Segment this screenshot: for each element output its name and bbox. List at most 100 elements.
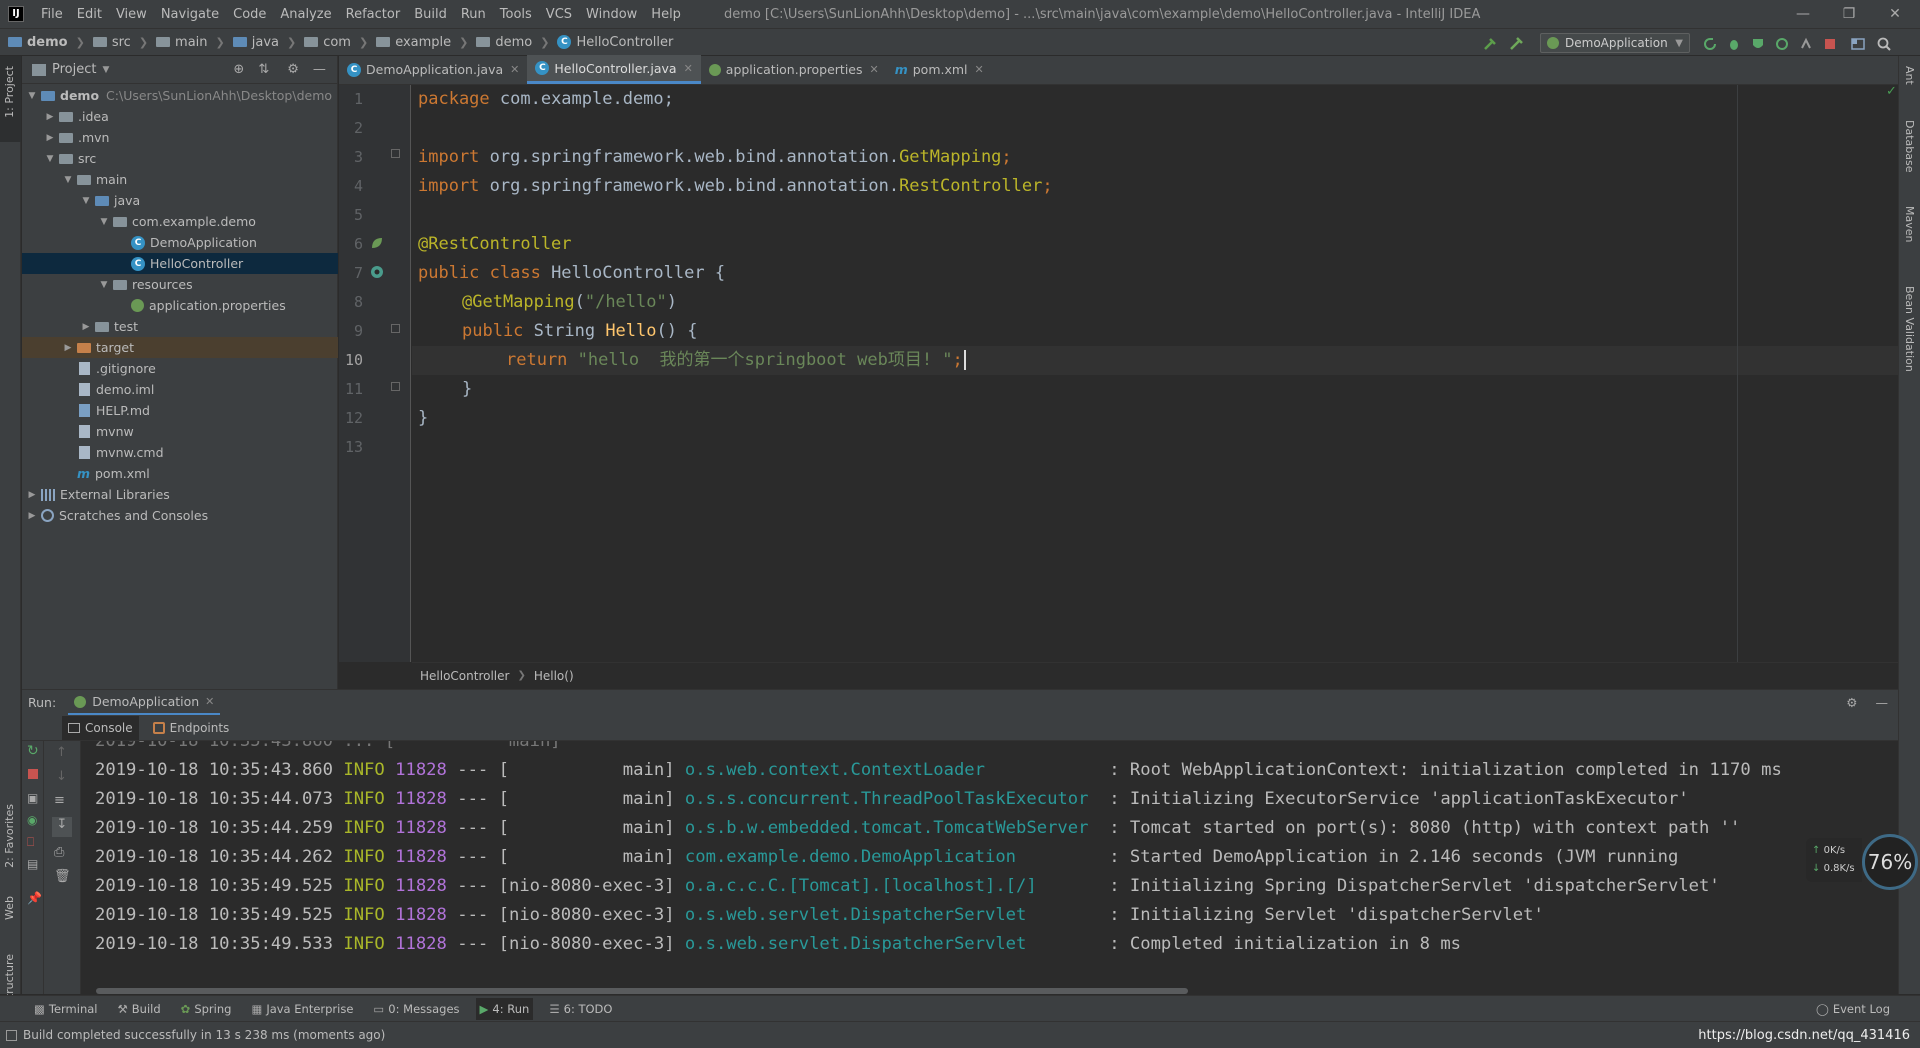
chevron-down-icon[interactable]: ▼ [102, 65, 109, 75]
collapsed-arrow-icon[interactable]: ▶ [26, 490, 38, 500]
tree-item-application-properties[interactable]: application.properties [22, 295, 338, 316]
soft-wrap-icon[interactable]: ≡ [54, 793, 65, 808]
tree-item-target[interactable]: ▶ target [22, 337, 338, 358]
breadcrumb-java[interactable]: java ❯ [225, 35, 296, 50]
run-configuration-select[interactable]: DemoApplication ▼ [1540, 33, 1690, 53]
tab-hellocontroller[interactable]: C HelloController.java ✕ [527, 55, 701, 84]
collapsed-arrow-icon[interactable]: ▶ [80, 322, 92, 332]
spring-bean-gutter-icon[interactable] [369, 235, 385, 251]
search-everywhere-icon[interactable] [1876, 36, 1892, 52]
expanded-arrow-icon[interactable]: ▼ [26, 91, 38, 101]
fold-marker-icon[interactable] [391, 382, 400, 391]
project-tool-tab[interactable]: 1: Project [3, 66, 16, 118]
build-project-icon[interactable] [1508, 36, 1524, 52]
collapsed-arrow-icon[interactable]: ▶ [62, 343, 74, 353]
favorites-tool-tab[interactable]: 2: Favorites [3, 804, 16, 868]
breadcrumb-demo-pkg[interactable]: demo ❯ [468, 35, 549, 50]
console-output[interactable]: 2019-10-18 10:35:43.860 ... [ main] 2019… [82, 741, 1898, 994]
menu-help[interactable]: Help [644, 7, 688, 22]
close-tab-icon[interactable]: ✕ [975, 63, 984, 76]
hide-panel-icon[interactable]: — [1876, 695, 1889, 710]
print-icon[interactable]: ⎙ [54, 845, 64, 860]
debug-icon[interactable]: ◉ [27, 813, 37, 827]
close-tab-icon[interactable]: ✕ [684, 62, 693, 75]
code-editor[interactable]: package com.example.demo; import org.spr… [412, 85, 1898, 662]
crumb-method[interactable]: Hello() [534, 669, 574, 683]
stop-icon[interactable] [28, 769, 38, 779]
horizontal-scrollbar[interactable] [96, 988, 1188, 994]
console-tab[interactable]: Console [62, 715, 139, 740]
close-tab-icon[interactable]: ✕ [870, 63, 879, 76]
tree-item-package[interactable]: ▼ com.example.demo [22, 211, 338, 232]
hide-panel-icon[interactable]: — [313, 62, 326, 77]
menu-build[interactable]: Build [407, 7, 454, 22]
tree-item-gitignore[interactable]: .gitignore [22, 358, 338, 379]
tree-item-scratches[interactable]: ▶ Scratches and Consoles [22, 505, 338, 526]
pin-icon[interactable]: 📌 [27, 891, 42, 905]
build-tab[interactable]: ⚒ Build [113, 998, 164, 1020]
expanded-arrow-icon[interactable]: ▼ [44, 154, 56, 164]
exit-icon[interactable]: ⎕ [27, 835, 34, 850]
inspection-ok-icon[interactable]: ✓ [1886, 85, 1897, 99]
tab-pom-xml[interactable]: m pom.xml ✕ [887, 55, 992, 84]
expanded-arrow-icon[interactable]: ▼ [62, 175, 74, 185]
todo-tab[interactable]: ☰ 6: TODO [545, 998, 616, 1020]
collapsed-arrow-icon[interactable]: ▶ [26, 511, 38, 521]
camera-icon[interactable]: ▣ [27, 791, 38, 805]
menu-analyze[interactable]: Analyze [273, 7, 338, 22]
breadcrumb-demo[interactable]: demo ❯ [0, 35, 85, 50]
tree-item-pom-xml[interactable]: m pom.xml [22, 463, 338, 484]
scroll-down-icon[interactable]: ↓ [56, 769, 67, 784]
ant-tool-tab[interactable]: Ant [1903, 66, 1916, 85]
menu-file[interactable]: File [34, 7, 70, 22]
expanded-arrow-icon[interactable]: ▼ [98, 217, 110, 227]
project-structure-icon[interactable] [1850, 36, 1866, 52]
gear-icon[interactable]: ⚙ [287, 62, 299, 77]
scroll-to-end-icon[interactable]: ↧ [52, 817, 72, 837]
fold-marker-icon[interactable] [391, 324, 400, 333]
close-tab-icon[interactable]: ✕ [510, 63, 519, 76]
minimize-button[interactable]: — [1780, 0, 1826, 28]
menu-run[interactable]: Run [454, 7, 493, 22]
stop-icon[interactable] [1822, 36, 1838, 52]
trash-icon[interactable]: 🗑 [54, 869, 71, 884]
fold-marker-icon[interactable] [391, 149, 400, 158]
coverage-icon[interactable] [1750, 36, 1766, 52]
tree-item-main[interactable]: ▼ main [22, 169, 338, 190]
tree-item-mvn[interactable]: ▶ .mvn [22, 127, 338, 148]
collapsed-arrow-icon[interactable]: ▶ [44, 112, 56, 122]
tree-item-demoapplication[interactable]: C DemoApplication [22, 232, 338, 253]
rerun-icon[interactable]: ↻ [27, 743, 39, 759]
endpoints-tab[interactable]: Endpoints [147, 721, 236, 735]
tree-item-mvnw-cmd[interactable]: mvnw.cmd [22, 442, 338, 463]
bean-validation-tool-tab[interactable]: Bean Validation [1903, 286, 1916, 372]
spring-tab[interactable]: ✿ Spring [177, 998, 236, 1020]
debug-icon[interactable] [1726, 36, 1742, 52]
web-tool-tab[interactable]: Web [3, 896, 16, 920]
tab-application-properties[interactable]: application.properties ✕ [701, 55, 887, 84]
tree-item-demo[interactable]: ▼ demo C:\Users\SunLionAhh\Desktop\demo [22, 85, 338, 106]
close-tab-icon[interactable]: ✕ [205, 695, 214, 708]
run-tab-demoapplication[interactable]: DemoApplication ✕ [68, 691, 221, 715]
menu-vcs[interactable]: VCS [539, 7, 579, 22]
hammer-build-icon[interactable] [1482, 36, 1498, 52]
breadcrumb-hellocontroller[interactable]: C HelloController [549, 35, 673, 50]
tree-item-demo-iml[interactable]: demo.iml [22, 379, 338, 400]
gear-icon[interactable]: ⚙ [1846, 695, 1857, 710]
breadcrumb-com[interactable]: com ❯ [296, 35, 368, 50]
collapsed-arrow-icon[interactable]: ▶ [44, 133, 56, 143]
terminal-tab[interactable]: ▩ Terminal [30, 998, 101, 1020]
breadcrumb-main[interactable]: main ❯ [148, 35, 225, 50]
menu-edit[interactable]: Edit [70, 7, 109, 22]
crumb-class[interactable]: HelloController [420, 669, 509, 683]
layout-icon[interactable]: ▤ [27, 857, 38, 871]
menu-tools[interactable]: Tools [493, 7, 539, 22]
spring-bean-gutter-icon[interactable] [369, 264, 385, 280]
scroll-up-icon[interactable]: ↑ [56, 745, 67, 760]
expanded-arrow-icon[interactable]: ▼ [80, 196, 92, 206]
restore-button[interactable]: ❐ [1826, 0, 1872, 28]
profile-icon[interactable] [1774, 36, 1790, 52]
tree-item-test[interactable]: ▶ test [22, 316, 338, 337]
memory-gauge[interactable]: 76% [1862, 834, 1918, 890]
project-view-select[interactable]: Project [52, 62, 96, 77]
